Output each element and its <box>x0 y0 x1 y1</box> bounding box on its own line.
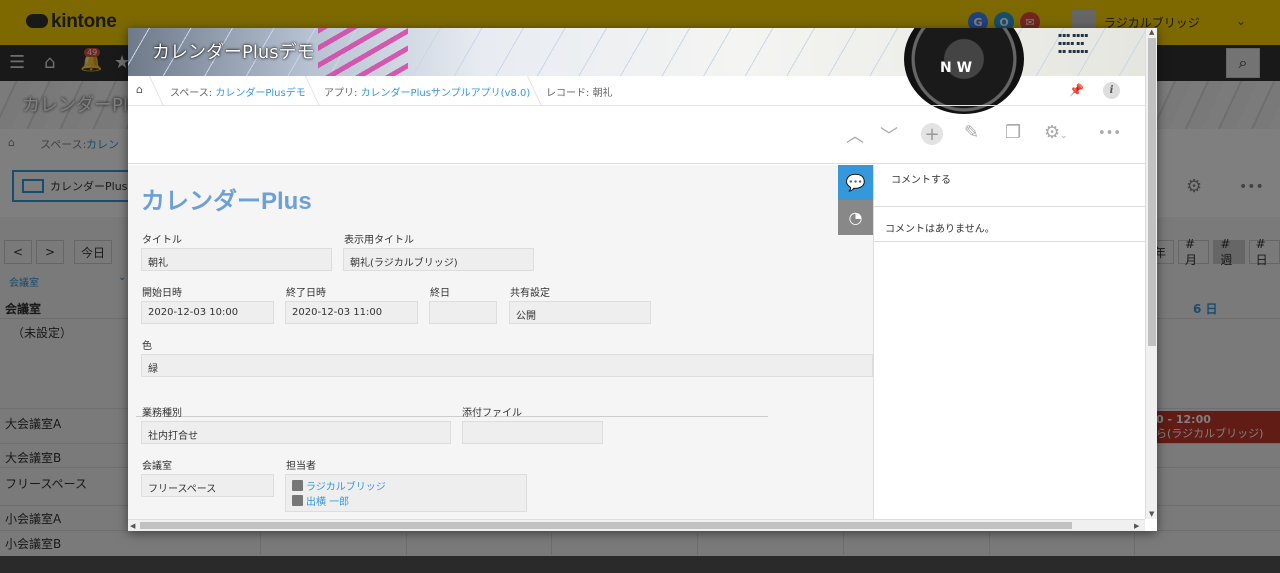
breadcrumb-app: アプリ: カレンダーPlusサンプルアプリ(v8.0) <box>324 88 531 99</box>
chevron-down-icon[interactable]: ﹀ <box>880 122 898 148</box>
vertical-scrollbar[interactable]: ▲ ▼ <box>1145 28 1157 519</box>
all-day-label: 終日 <box>430 288 450 299</box>
business-type-value: 社内打合せ <box>141 421 451 444</box>
color-label: 色 <box>142 341 152 352</box>
edit-icon[interactable]: ✎ <box>964 122 979 143</box>
scroll-thumb[interactable] <box>1148 38 1156 346</box>
sharing-value: 公開 <box>509 301 651 324</box>
record-modal: N W ▪▪▪ ▪▪▪▪ ▪▪▪▪ ▪▪ ▪▪ ▪▪▪▪▪ カレンダーPlusデモ … <box>128 28 1157 531</box>
start-value: 2020-12-03 10:00 <box>141 301 274 324</box>
record-detail: カレンダーPlus タイトル 朝礼 表示用タイトル 朝礼(ラジカルブリッジ) 開… <box>128 165 873 519</box>
add-icon[interactable]: + <box>921 123 943 145</box>
copy-icon[interactable]: ❐ <box>1005 122 1021 143</box>
record-heading: カレンダーPlus <box>141 188 312 215</box>
home-icon[interactable]: ⌂ <box>136 83 143 96</box>
modal-space-title: カレンダーPlusデモ <box>152 42 315 63</box>
breadcrumb-record: レコード: 朝礼 <box>546 88 613 99</box>
display-title-label: 表示用タイトル <box>344 235 414 246</box>
speech-bubble-icon: 💬 <box>845 173 866 192</box>
display-title-value: 朝礼(ラジカルブリッジ) <box>343 248 534 271</box>
horizontal-scrollbar[interactable]: ◀ ▶ <box>128 519 1145 531</box>
comment-pane: コメントする コメントはありません。 <box>873 165 1146 519</box>
user-icon <box>292 480 303 491</box>
all-day-value <box>429 301 497 324</box>
comment-input[interactable]: コメントする <box>874 165 1146 207</box>
attachment-label: 添付ファイル <box>462 408 522 419</box>
history-tab[interactable]: ◔ <box>838 200 873 235</box>
attachment-value <box>462 421 603 444</box>
assignee-value: ラジカルブリッジ 出横 一郎 <box>285 474 527 512</box>
assignee-label: 担当者 <box>286 461 316 472</box>
user-icon <box>292 495 303 506</box>
chevron-up-icon[interactable]: ︿ <box>846 122 864 148</box>
modal-breadcrumb: ⌂ スペース: カレンダーPlusデモ アプリ: カレンダーPlusサンプルアプ… <box>128 76 1145 106</box>
comment-tab[interactable]: 💬 <box>838 165 873 200</box>
info-icon[interactable]: i <box>1103 82 1120 99</box>
pin-icon[interactable]: 📌 <box>1069 83 1084 97</box>
record-toolbar: ︿ ﹀ + ✎ ❐ ⚙⌄ ••• <box>128 106 1145 164</box>
room-label: 会議室 <box>142 461 172 472</box>
assignee-user[interactable]: 出横 一郎 <box>292 493 520 508</box>
scroll-left-icon[interactable]: ◀ <box>130 522 135 530</box>
scroll-up-icon[interactable]: ▲ <box>1149 28 1154 36</box>
title-label: タイトル <box>142 235 182 246</box>
end-label: 終了日時 <box>286 288 326 299</box>
business-type-label: 業務種別 <box>142 408 182 419</box>
divider <box>136 416 768 417</box>
sharing-label: 共有設定 <box>510 288 550 299</box>
breadcrumb-app-link[interactable]: カレンダーPlusサンプルアプリ(v8.0) <box>361 88 531 99</box>
start-label: 開始日時 <box>142 288 182 299</box>
room-value: フリースペース <box>141 474 274 497</box>
breadcrumb-space: スペース: カレンダーPlusデモ <box>170 88 306 99</box>
history-icon: ◔ <box>848 208 863 227</box>
gear-icon[interactable]: ⚙⌄ <box>1044 122 1068 143</box>
side-panel-tabs: 💬 ◔ <box>838 165 873 235</box>
end-value: 2020-12-03 11:00 <box>285 301 418 324</box>
title-value: 朝礼 <box>141 248 332 271</box>
assignee-user[interactable]: ラジカルブリッジ <box>292 478 520 493</box>
modal-cover-image: N W ▪▪▪ ▪▪▪▪ ▪▪▪▪ ▪▪ ▪▪ ▪▪▪▪▪ カレンダーPlusデモ <box>128 28 1145 114</box>
more-icon[interactable]: ••• <box>1098 126 1121 141</box>
color-value: 緑 <box>141 354 873 377</box>
scroll-right-icon[interactable]: ▶ <box>1134 522 1139 530</box>
scroll-down-icon[interactable]: ▼ <box>1149 510 1154 518</box>
breadcrumb-space-link[interactable]: カレンダーPlusデモ <box>215 88 305 99</box>
no-comments-message: コメントはありません。 <box>874 207 1146 242</box>
scroll-thumb[interactable] <box>140 522 1072 529</box>
